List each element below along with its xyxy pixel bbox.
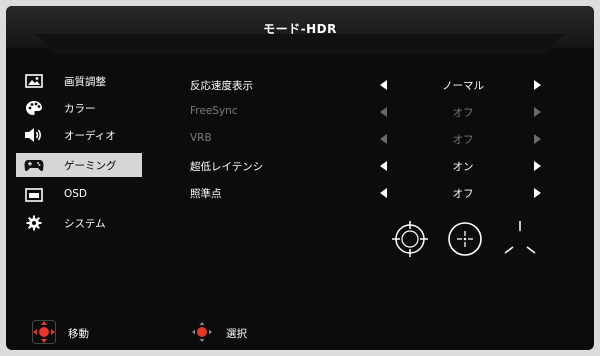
sidebar-item-label: オーディオ	[64, 130, 116, 142]
sidebar-item-color[interactable]: カラー	[16, 96, 142, 120]
sidebar-item-gaming[interactable]: ゲーミング	[16, 153, 142, 177]
crosshair-dot-icon[interactable]	[443, 217, 487, 261]
crosshair-tri-icon[interactable]	[498, 217, 542, 261]
header-bevel	[36, 34, 564, 54]
setting-label: 超低レイテンシ	[190, 161, 264, 173]
setting-label: 照準点	[190, 188, 222, 200]
select-label: 選択	[226, 328, 247, 340]
move-pad-icon	[32, 320, 56, 344]
osd-window-icon	[24, 187, 44, 203]
setting-value: オン	[452, 161, 474, 173]
page-title: モード-HDR	[263, 22, 337, 36]
osd-menu: モード-HDR 画質調整 カラー オーディオ ゲーミング OSD システム 反応…	[6, 6, 594, 350]
gamepad-icon	[24, 157, 44, 173]
setting-value: オフ	[452, 107, 474, 119]
arrow-right-icon[interactable]	[534, 80, 541, 90]
sidebar-item-audio[interactable]: オーディオ	[16, 123, 142, 147]
select-pad-icon	[190, 320, 214, 344]
arrow-left-icon	[380, 134, 387, 144]
arrow-left-icon[interactable]	[380, 80, 387, 90]
sidebar-item-label: システム	[64, 218, 106, 230]
header-bar: モード-HDR	[6, 6, 594, 54]
setting-row-response-time[interactable]: 反応速度表示 ノーマル	[186, 75, 546, 95]
arrow-right-icon	[534, 134, 541, 144]
arrow-right-icon[interactable]	[534, 161, 541, 171]
sidebar-item-picture[interactable]: 画質調整	[16, 69, 142, 93]
setting-row-aim-point[interactable]: 照準点 オフ	[186, 183, 546, 203]
picture-icon	[24, 73, 44, 89]
arrow-right-icon	[534, 107, 541, 117]
arrow-left-icon	[380, 107, 387, 117]
sidebar-item-system[interactable]: システム	[16, 211, 142, 235]
sidebar-item-osd[interactable]: OSD	[16, 183, 142, 207]
setting-row-ultra-low-latency[interactable]: 超低レイテンシ オン	[186, 156, 546, 176]
setting-value: オフ	[452, 188, 474, 200]
arrow-left-icon[interactable]	[380, 161, 387, 171]
setting-label: FreeSync	[190, 105, 238, 117]
setting-row-freesync: FreeSync オフ	[186, 102, 546, 122]
setting-label: 反応速度表示	[190, 80, 253, 92]
setting-label: VRB	[190, 132, 212, 144]
setting-value: オフ	[452, 134, 474, 146]
setting-row-vrb: VRB オフ	[186, 129, 546, 149]
speaker-icon	[24, 127, 44, 143]
sidebar-item-label: 画質調整	[64, 76, 106, 88]
sidebar-item-label: カラー	[64, 103, 96, 115]
arrow-right-icon[interactable]	[534, 188, 541, 198]
move-label: 移動	[68, 328, 89, 340]
gear-icon	[24, 215, 44, 231]
setting-value: ノーマル	[442, 80, 484, 92]
footer-bar: 移動 選択	[6, 306, 594, 350]
sidebar-item-label: ゲーミング	[64, 160, 117, 172]
arrow-left-icon[interactable]	[380, 188, 387, 198]
palette-icon	[24, 100, 44, 116]
crosshair-circle-icon[interactable]	[388, 217, 432, 261]
sidebar-item-label: OSD	[64, 188, 88, 200]
